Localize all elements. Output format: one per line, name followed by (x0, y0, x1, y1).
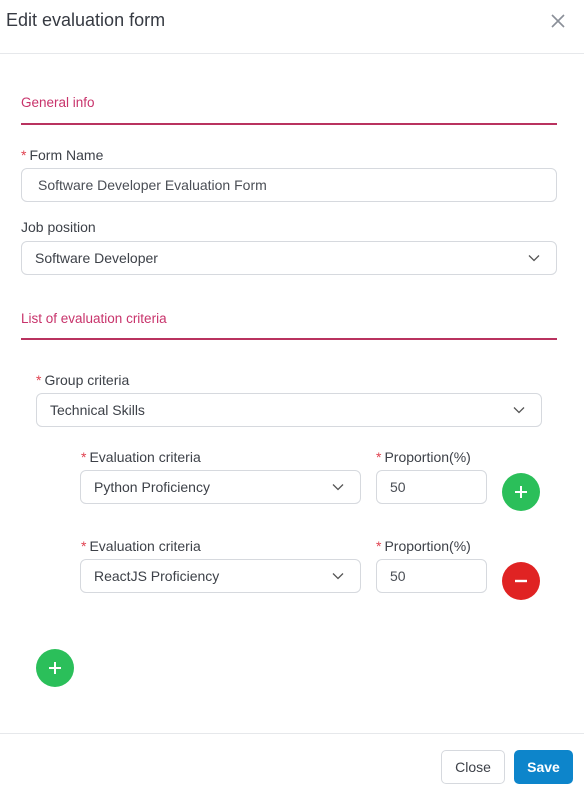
required-marker: * (21, 147, 27, 163)
add-group-button[interactable] (36, 649, 74, 687)
proportion-input[interactable] (390, 568, 486, 584)
dialog-title: Edit evaluation form (6, 10, 166, 30)
required-marker: * (81, 538, 87, 554)
plus-icon (515, 486, 527, 498)
chevron-down-icon (528, 255, 540, 262)
minus-icon (515, 579, 527, 583)
close-button[interactable]: Close (441, 750, 505, 784)
proportion-label: * Proportion(%) (376, 538, 471, 554)
section-title-evaluation-criteria: List of evaluation criteria (21, 311, 167, 326)
group-criteria-value: Technical Skills (50, 402, 145, 418)
plus-icon (49, 662, 61, 674)
section-divider (21, 338, 557, 340)
chevron-down-icon (513, 407, 525, 414)
group-criteria-select[interactable]: Technical Skills (36, 393, 542, 427)
required-marker: * (376, 449, 382, 465)
proportion-field[interactable] (376, 470, 487, 504)
section-title-general-info: General info (21, 95, 95, 110)
group-criteria-label: * Group criteria (36, 372, 130, 388)
evaluation-criteria-label: * Evaluation criteria (81, 538, 201, 554)
add-criteria-button[interactable] (502, 473, 540, 511)
evaluation-criteria-select[interactable]: Python Proficiency (80, 470, 361, 504)
form-name-label: * Form Name (21, 147, 104, 163)
close-x-icon[interactable] (548, 11, 568, 31)
evaluation-criteria-select[interactable]: ReactJS Proficiency (80, 559, 361, 593)
evaluation-criteria-value: Python Proficiency (94, 479, 210, 495)
proportion-label: * Proportion(%) (376, 449, 471, 465)
evaluation-criteria-label: * Evaluation criteria (81, 449, 201, 465)
form-name-input[interactable] (38, 177, 556, 193)
chevron-down-icon (332, 573, 344, 580)
required-marker: * (376, 538, 382, 554)
save-button[interactable]: Save (514, 750, 573, 784)
job-position-label: Job position (21, 219, 96, 235)
job-position-value: Software Developer (35, 250, 158, 266)
required-marker: * (81, 449, 87, 465)
chevron-down-icon (332, 484, 344, 491)
proportion-input[interactable] (390, 479, 486, 495)
required-marker: * (36, 372, 42, 388)
dialog-header: Edit evaluation form (0, 0, 584, 54)
proportion-field[interactable] (376, 559, 487, 593)
form-name-field[interactable] (21, 168, 557, 202)
job-position-select[interactable]: Software Developer (21, 241, 557, 275)
section-divider (21, 123, 557, 125)
remove-criteria-button[interactable] (502, 562, 540, 600)
dialog-footer: Close Save (0, 733, 584, 794)
evaluation-criteria-value: ReactJS Proficiency (94, 568, 220, 584)
